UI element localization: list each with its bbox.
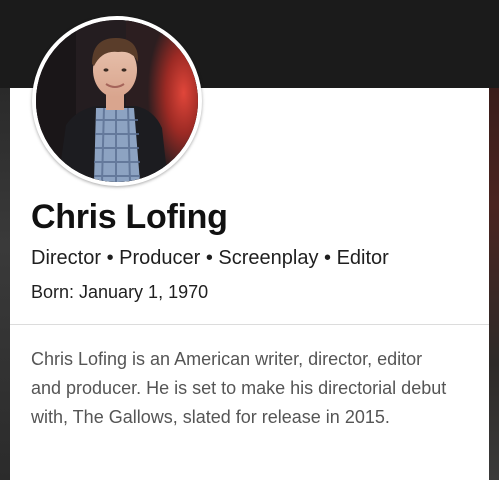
person-roles: Director • Producer • Screenplay • Edito… <box>31 247 389 269</box>
section-divider <box>10 324 489 325</box>
profile-photo-image <box>36 20 198 182</box>
profile-photo[interactable] <box>32 16 202 186</box>
person-profile-screen: Chris Lofing Director • Producer • Scree… <box>0 0 499 480</box>
person-birth-date: Born: January 1, 1970 <box>31 282 209 302</box>
person-biography: Chris Lofing is an American writer, dire… <box>31 349 447 427</box>
backdrop-right-edge <box>489 88 499 480</box>
backdrop-left-edge <box>0 88 10 480</box>
person-name: Chris Lofing <box>31 198 228 236</box>
